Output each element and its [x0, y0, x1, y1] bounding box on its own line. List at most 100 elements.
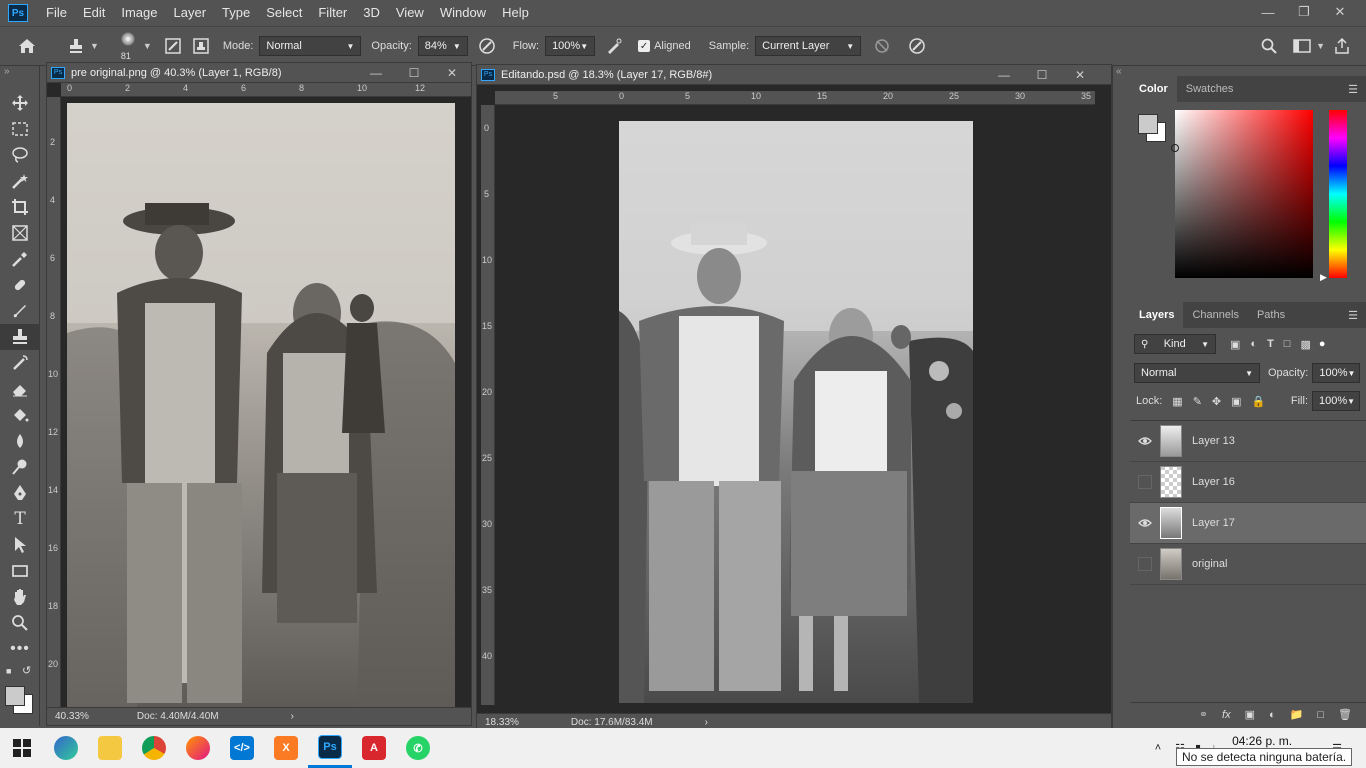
tab-paths[interactable]: Paths: [1248, 302, 1294, 328]
link-layers-icon[interactable]: ⚭: [1199, 708, 1208, 721]
healing-brush-tool-icon[interactable]: [0, 272, 40, 298]
ignore-adjustment-layers-icon[interactable]: [871, 35, 893, 57]
tab-color[interactable]: Color: [1130, 76, 1177, 102]
eraser-tool-icon[interactable]: [0, 376, 40, 402]
menu-file[interactable]: File: [38, 0, 75, 26]
filter-kind-select[interactable]: ⚲ Kind ▼: [1134, 334, 1216, 354]
search-icon[interactable]: [1258, 35, 1280, 57]
fx-icon[interactable]: fx: [1222, 709, 1231, 721]
document-tab[interactable]: Ps pre original.png @ 40.3% (Layer 1, RG…: [47, 63, 471, 83]
document-tab[interactable]: Ps Editando.psd @ 18.3% (Layer 17, RGB/8…: [477, 65, 1111, 85]
visibility-toggle[interactable]: [1130, 557, 1160, 571]
close-icon[interactable]: ✕: [433, 66, 471, 80]
crop-tool-icon[interactable]: [0, 194, 40, 220]
fill-input[interactable]: 100% ▼: [1312, 391, 1360, 411]
paint-bucket-tool-icon[interactable]: [0, 402, 40, 428]
new-group-icon[interactable]: 📁: [1290, 708, 1304, 721]
minimize-icon[interactable]: —: [985, 68, 1023, 82]
clone-stamp-tool-icon[interactable]: [0, 324, 40, 350]
swap-colors-icon[interactable]: ↺: [22, 664, 31, 677]
flow-input[interactable]: 100% ▼: [545, 36, 596, 56]
windows-start-icon[interactable]: [0, 728, 44, 768]
type-tool-icon[interactable]: T: [0, 506, 40, 532]
airbrush-icon[interactable]: [603, 35, 625, 57]
tab-channels[interactable]: Channels: [1183, 302, 1247, 328]
menu-3d[interactable]: 3D: [355, 0, 388, 26]
restore-button[interactable]: ❐: [1286, 0, 1322, 24]
zoom-level[interactable]: 40.33%: [55, 711, 89, 722]
path-selection-tool-icon[interactable]: [0, 532, 40, 558]
menu-view[interactable]: View: [388, 0, 432, 26]
panel-menu-icon[interactable]: ☰: [1348, 309, 1358, 322]
chevron-down-icon[interactable]: ▼: [90, 41, 99, 51]
lock-position-icon[interactable]: ✥: [1212, 395, 1221, 408]
eyedropper-tool-icon[interactable]: [0, 246, 40, 272]
pen-tool-icon[interactable]: [0, 480, 40, 506]
collapse-toolbar-icon[interactable]: »: [0, 66, 39, 90]
more-tools-icon[interactable]: •••: [0, 636, 40, 662]
chevron-down-icon[interactable]: ▼: [1316, 41, 1325, 51]
foreground-color-swatch[interactable]: [1138, 114, 1158, 134]
rectangle-tool-icon[interactable]: [0, 558, 40, 584]
filter-adjustment-icon[interactable]: ◐: [1250, 338, 1257, 350]
canvas-original-photo[interactable]: [67, 103, 455, 709]
menu-type[interactable]: Type: [214, 0, 258, 26]
zoom-tool-icon[interactable]: [0, 610, 40, 636]
pressure-opacity-icon[interactable]: [476, 35, 498, 57]
xampp-icon[interactable]: X: [264, 728, 308, 768]
hue-slider[interactable]: [1329, 110, 1347, 278]
menu-select[interactable]: Select: [258, 0, 310, 26]
visibility-eye-icon[interactable]: [1130, 518, 1160, 528]
filter-shape-icon[interactable]: □: [1284, 338, 1291, 350]
aligned-checkbox[interactable]: ✓: [638, 40, 651, 52]
minimize-button[interactable]: —: [1250, 0, 1286, 24]
default-colors-icon[interactable]: ■: [6, 666, 11, 676]
workspace-icon[interactable]: [1291, 35, 1313, 57]
foreground-color-swatch[interactable]: [5, 686, 25, 706]
lock-image-icon[interactable]: ✎: [1193, 395, 1202, 408]
visibility-eye-icon[interactable]: [1130, 436, 1160, 446]
move-tool-icon[interactable]: [0, 90, 40, 116]
collapse-panels-icon[interactable]: «: [1113, 66, 1130, 88]
layer-opacity-input[interactable]: 100% ▼: [1312, 363, 1361, 383]
dodge-tool-icon[interactable]: [0, 454, 40, 480]
sample-select[interactable]: Current Layer ▼: [755, 36, 862, 56]
delete-layer-icon[interactable]: 🗑: [1338, 708, 1352, 721]
history-brush-tool-icon[interactable]: [0, 350, 40, 376]
lock-artboard-icon[interactable]: ▣: [1231, 395, 1241, 408]
blend-mode-select[interactable]: Normal ▼: [1134, 363, 1260, 383]
file-explorer-icon[interactable]: [88, 728, 132, 768]
visibility-toggle[interactable]: [1130, 475, 1160, 489]
layer-row[interactable]: Layer 16: [1130, 462, 1366, 503]
close-icon[interactable]: ✕: [1061, 68, 1099, 82]
menu-help[interactable]: Help: [494, 0, 537, 26]
filter-smart-object-icon[interactable]: ▩: [1300, 338, 1310, 351]
firefox-browser-icon[interactable]: [176, 728, 220, 768]
menu-layer[interactable]: Layer: [166, 0, 215, 26]
layer-row[interactable]: original: [1130, 544, 1366, 585]
layer-row[interactable]: Layer 13: [1130, 421, 1366, 462]
tab-layers[interactable]: Layers: [1130, 302, 1184, 328]
filter-pixel-icon[interactable]: ▣: [1230, 338, 1240, 351]
opacity-input[interactable]: 84% ▼: [417, 36, 468, 56]
clone-stamp-preset-icon[interactable]: [65, 35, 87, 57]
restore-icon[interactable]: ☐: [1023, 68, 1061, 82]
pressure-size-icon[interactable]: [906, 35, 928, 57]
layer-row[interactable]: Layer 17: [1130, 503, 1366, 544]
color-picker-field[interactable]: [1171, 110, 1313, 278]
new-layer-icon[interactable]: □: [1317, 709, 1324, 721]
chevron-right-icon[interactable]: ›: [291, 711, 294, 722]
lasso-tool-icon[interactable]: [0, 142, 40, 168]
add-mask-icon[interactable]: ▣: [1245, 708, 1255, 721]
home-icon[interactable]: [16, 35, 38, 57]
brush-settings-icon[interactable]: [162, 35, 184, 57]
menu-edit[interactable]: Edit: [75, 0, 113, 26]
mode-select[interactable]: Normal ▼: [259, 36, 362, 56]
marquee-tool-icon[interactable]: [0, 116, 40, 142]
zoom-level[interactable]: 18.33%: [485, 717, 519, 728]
menu-window[interactable]: Window: [432, 0, 494, 26]
edge-browser-icon[interactable]: [44, 728, 88, 768]
lock-transparent-icon[interactable]: ▦: [1172, 395, 1182, 408]
chrome-browser-icon[interactable]: [132, 728, 176, 768]
lock-all-icon[interactable]: 🔒: [1252, 395, 1266, 408]
